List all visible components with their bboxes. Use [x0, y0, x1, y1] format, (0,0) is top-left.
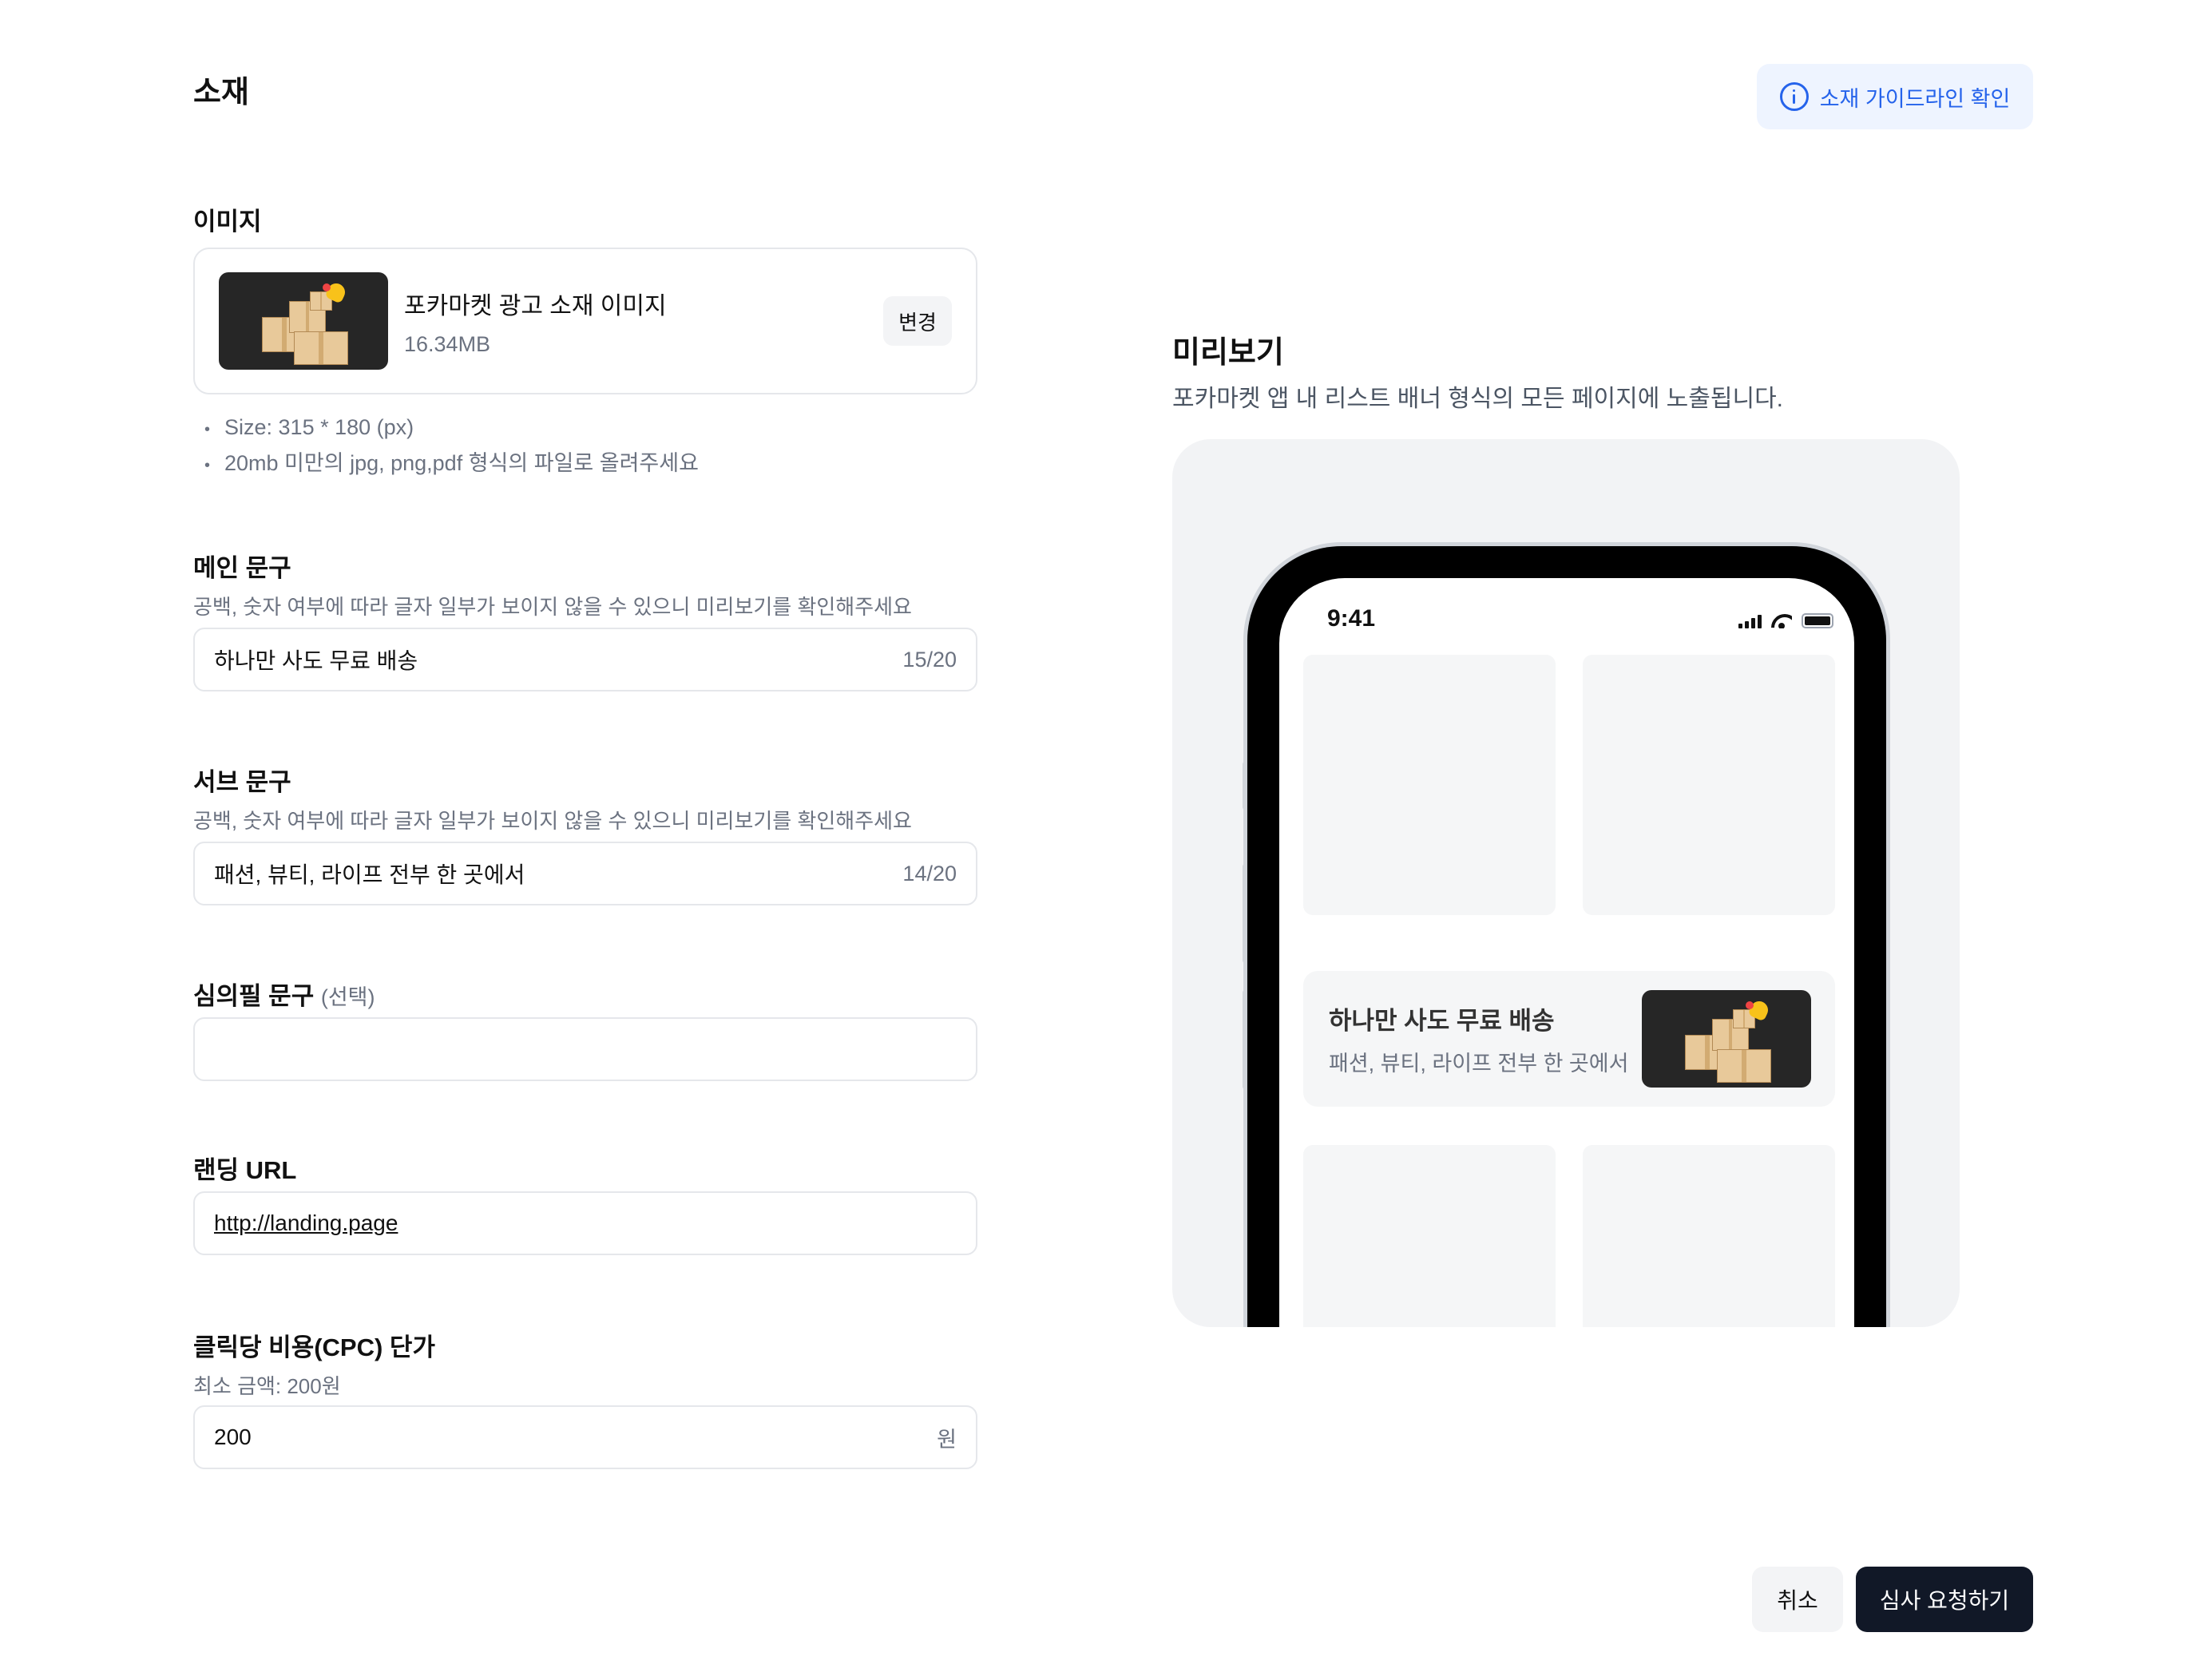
box-icon	[294, 331, 348, 365]
banner-sub-copy: 패션, 뷰티, 라이프 전부 한 곳에서	[1329, 1052, 1629, 1076]
sub-copy-description: 공백, 숫자 여부에 따라 글자 일부가 보이지 않을 수 있으니 미리보기를 …	[193, 809, 912, 833]
section-title: 소재	[193, 76, 249, 109]
notification-dot-icon	[323, 283, 331, 291]
banner-thumbnail	[1642, 990, 1811, 1088]
banner-main-copy: 하나만 사도 무료 배송	[1329, 1007, 1555, 1035]
status-time: 9:41	[1327, 605, 1376, 632]
cancel-button[interactable]: 취소	[1752, 1567, 1843, 1632]
image-guide-item: Size: 315 * 180 (px)	[204, 410, 699, 446]
landing-url-input[interactable]: http://landing.page	[193, 1191, 977, 1255]
sub-copy-label: 서브 문구	[193, 768, 291, 796]
info-icon	[1779, 82, 1809, 111]
image-guide-list: Size: 315 * 180 (px) 20mb 미만의 jpg, png,p…	[204, 410, 699, 482]
sub-copy-input[interactable]: 패션, 뷰티, 라이프 전부 한 곳에서 14/20	[193, 842, 977, 905]
review-copy-label-text: 심의필 문구	[193, 982, 315, 1010]
guideline-button[interactable]: 소재 가이드라인 확인	[1757, 64, 2033, 129]
main-copy-input[interactable]: 하나만 사도 무료 배송 15/20	[193, 628, 977, 691]
cpc-unit: 원	[937, 1427, 957, 1452]
optional-tag: (선택)	[320, 985, 375, 1009]
main-copy-counter: 15/20	[902, 647, 957, 672]
placeholder-card	[1583, 655, 1835, 915]
review-copy-label: 심의필 문구 (선택)	[193, 976, 375, 1012]
sub-copy-counter: 14/20	[902, 861, 957, 886]
wifi-icon	[1771, 614, 1792, 628]
sub-copy-value: 패션, 뷰티, 라이프 전부 한 곳에서	[214, 862, 525, 887]
status-icons	[1738, 613, 1833, 628]
review-copy-input[interactable]	[193, 1017, 977, 1081]
change-image-button[interactable]: 변경	[883, 296, 952, 346]
image-upload-card: 포카마켓 광고 소재 이미지 16.34MB 변경	[193, 248, 977, 394]
main-copy-description: 공백, 숫자 여부에 따라 글자 일부가 보이지 않을 수 있으니 미리보기를 …	[193, 595, 912, 619]
main-copy-label: 메인 문구	[193, 554, 291, 582]
landing-url-value: http://landing.page	[214, 1210, 398, 1235]
signal-icon	[1738, 614, 1762, 628]
image-label: 이미지	[193, 208, 262, 236]
box-icon	[1717, 1049, 1771, 1083]
cpc-input[interactable]: 200 원	[193, 1405, 977, 1469]
cpc-description: 최소 금액: 200원	[193, 1374, 341, 1398]
submit-review-button[interactable]: 심사 요청하기	[1856, 1567, 2033, 1632]
phone-mockup: 9:41 하나만 사도 무료 배송 패션, 뷰티, 라이프 전부 한 곳에서	[1247, 546, 1886, 1327]
placeholder-card	[1303, 1145, 1556, 1327]
guideline-button-label: 소재 가이드라인 확인	[1819, 86, 2011, 111]
cpc-label: 클릭당 비용(CPC) 단가	[193, 1333, 435, 1361]
preview-title: 미리보기	[1172, 336, 1284, 370]
battery-icon	[1802, 613, 1833, 628]
image-guide-item: 20mb 미만의 jpg, png,pdf 형식의 파일로 올려주세요	[204, 446, 699, 482]
preview-description: 포카마켓 앱 내 리스트 배너 형식의 모든 페이지에 노출됩니다.	[1172, 386, 1784, 412]
phone-screen: 9:41 하나만 사도 무료 배송 패션, 뷰티, 라이프 전부 한 곳에서	[1279, 578, 1854, 1327]
creative-thumbnail	[219, 272, 388, 370]
image-info: 포카마켓 광고 소재 이미지 16.34MB	[404, 286, 883, 357]
image-file-name: 포카마켓 광고 소재 이미지	[404, 292, 667, 319]
cpc-value: 200	[214, 1424, 252, 1449]
placeholder-card	[1303, 655, 1556, 915]
ad-creative-page: 소재 소재 가이드라인 확인 이미지 포카마켓 광고 소재 이미지 16.34M…	[0, 0, 2204, 1680]
preview-panel: 9:41 하나만 사도 무료 배송 패션, 뷰티, 라이프 전부 한 곳에서	[1172, 439, 1960, 1327]
notification-dot-icon	[1746, 1001, 1754, 1009]
landing-url-label: 랜딩 URL	[193, 1156, 297, 1184]
banner-text: 하나만 사도 무료 배송 패션, 뷰티, 라이프 전부 한 곳에서	[1329, 1000, 1642, 1077]
main-copy-value: 하나만 사도 무료 배송	[214, 648, 418, 673]
placeholder-card	[1583, 1145, 1835, 1327]
image-file-size: 16.34MB	[404, 331, 491, 356]
preview-banner: 하나만 사도 무료 배송 패션, 뷰티, 라이프 전부 한 곳에서	[1303, 971, 1835, 1107]
